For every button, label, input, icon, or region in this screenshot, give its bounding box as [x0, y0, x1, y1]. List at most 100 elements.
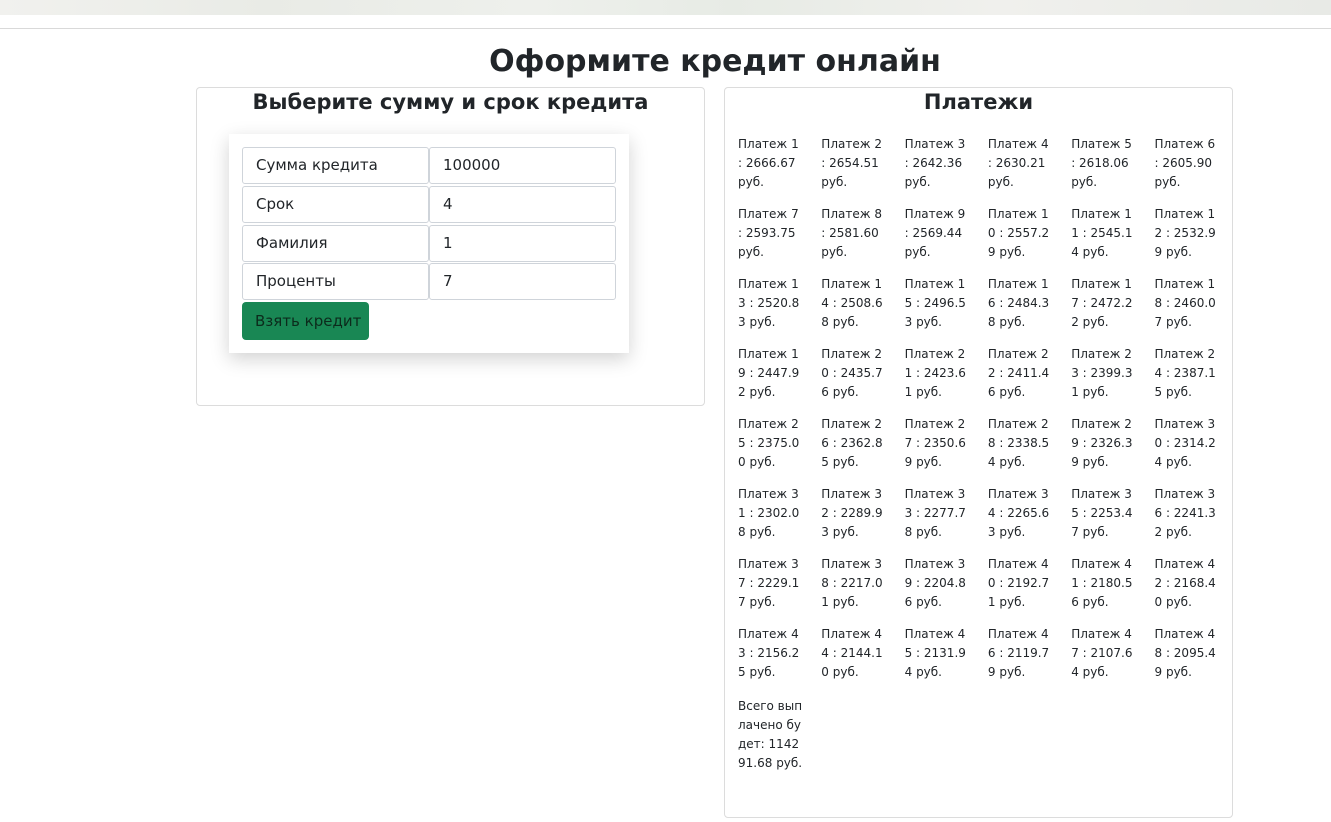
- surname-label: Фамилия: [242, 225, 429, 262]
- payment-item: Платеж 26 : 2362.85 руб.: [821, 417, 883, 469]
- top-banner-image: [0, 0, 1331, 15]
- form-row-amount: Сумма кредита 100000: [242, 147, 616, 184]
- payment-item: Платеж 41 : 2180.56 руб.: [1071, 557, 1133, 609]
- payment-currency: руб.: [1165, 595, 1192, 609]
- payment-item: Платеж 34 : 2265.63 руб.: [987, 487, 1050, 539]
- payment-currency: руб.: [916, 665, 942, 679]
- payment-item: Платеж 5 : 2618.06 руб.: [1071, 137, 1132, 189]
- payment-word: Платеж: [821, 137, 871, 151]
- payment-item: Платеж 23 : 2399.31 руб.: [1071, 347, 1133, 399]
- surname-input[interactable]: 1: [429, 225, 616, 262]
- payment-item: Платеж 9 : 2569.44 руб.: [904, 207, 966, 259]
- payment-word: Платеж: [987, 347, 1038, 361]
- payment-word: Платеж: [1071, 487, 1121, 501]
- payment-currency: руб.: [999, 245, 1026, 259]
- payment-item: Платеж 22 : 2411.46 руб.: [987, 347, 1050, 399]
- payment-currency: руб.: [987, 175, 1014, 189]
- total-payment: Всего выплачено будет: 114291.68 руб.: [738, 697, 804, 773]
- payment-currency: руб.: [1165, 385, 1192, 399]
- header-divider: [0, 28, 1331, 29]
- interest-input[interactable]: 7: [429, 263, 616, 300]
- payment-word: Платеж: [738, 557, 788, 571]
- payment-word: Платеж: [987, 557, 1038, 571]
- payment-item: Платеж 19 : 2447.92 руб.: [738, 347, 800, 399]
- payment-word: Платеж: [904, 207, 954, 221]
- payment-currency: руб.: [1154, 175, 1181, 189]
- interest-label: Проценты: [242, 263, 429, 300]
- payment-word: Платеж: [904, 137, 954, 151]
- payment-word: Платеж: [821, 347, 871, 361]
- payment-word: Платеж: [987, 207, 1038, 221]
- payment-word: Платеж: [821, 557, 871, 571]
- loan-form-card: Выберите сумму и срок кредита Сумма кред…: [196, 87, 705, 406]
- amount-input[interactable]: 100000: [429, 147, 616, 184]
- loan-form: Сумма кредита 100000 Срок 4 Фамилия 1 Пр…: [229, 134, 629, 353]
- payment-item: Платеж 39 : 2204.86 руб.: [904, 557, 966, 609]
- payment-currency: руб.: [1082, 665, 1109, 679]
- payment-currency: руб.: [999, 455, 1026, 469]
- payment-item: Платеж 40 : 2192.71 руб.: [987, 557, 1050, 609]
- payment-word: Платеж: [738, 487, 788, 501]
- payment-item: Платеж 8 : 2581.60 руб.: [821, 207, 882, 259]
- payment-currency: руб.: [1082, 245, 1109, 259]
- payment-currency: руб.: [1165, 525, 1192, 539]
- payment-word: Платеж: [904, 277, 954, 291]
- take-loan-button[interactable]: Взять кредит: [242, 302, 369, 340]
- payment-currency: руб.: [999, 315, 1026, 329]
- form-row-surname: Фамилия 1: [242, 225, 616, 262]
- payment-item: Платеж 14 : 2508.68 руб.: [821, 277, 883, 329]
- payment-number: 6: [1207, 137, 1216, 151]
- payment-currency: руб.: [916, 525, 942, 539]
- term-input[interactable]: 4: [429, 186, 616, 223]
- payment-item: Платеж 37 : 2229.17 руб.: [738, 557, 800, 609]
- payment-item: Платеж 43 : 2156.25 руб.: [738, 627, 800, 679]
- payment-item: Платеж 35 : 2253.47 руб.: [1071, 487, 1133, 539]
- payment-number: 9: [957, 207, 966, 221]
- payment-word: Платеж: [1071, 137, 1121, 151]
- payment-word: Платеж: [738, 627, 788, 641]
- payment-currency: руб.: [821, 245, 848, 259]
- payment-item: Платеж 32 : 2289.93 руб.: [821, 487, 883, 539]
- payment-amount: 2666.67: [745, 156, 796, 170]
- payment-word: Платеж: [821, 277, 871, 291]
- payment-item: Платеж 13 : 2520.83 руб.: [738, 277, 800, 329]
- payment-item: Платеж 47 : 2107.64 руб.: [1071, 627, 1133, 679]
- payment-currency: руб.: [1165, 455, 1192, 469]
- payment-currency: руб.: [749, 525, 776, 539]
- payment-currency: руб.: [999, 665, 1026, 679]
- payment-currency: руб.: [749, 385, 776, 399]
- payments-title: Платежи: [923, 90, 1034, 114]
- payment-amount: 2605.90: [1162, 156, 1212, 170]
- payment-number: 2: [874, 137, 882, 151]
- payment-word: Платеж: [1154, 347, 1204, 361]
- payment-word: Платеж: [738, 207, 788, 221]
- payment-number: 7: [791, 207, 799, 221]
- payment-item: Платеж 16 : 2484.38 руб.: [987, 277, 1050, 329]
- payment-amount: 2581.60: [829, 226, 879, 240]
- payment-word: Платеж: [1071, 207, 1121, 221]
- payment-item: Платеж 11 : 2545.14 руб.: [1071, 207, 1133, 259]
- payment-currency: руб.: [999, 385, 1026, 399]
- payment-number: 3: [957, 137, 966, 151]
- payment-word: Платеж: [821, 487, 871, 501]
- payment-item: Платеж 48 : 2095.49 руб.: [1154, 627, 1216, 679]
- payment-amount: 2593.75: [745, 226, 796, 240]
- payment-item: Платеж 21 : 2423.61 руб.: [904, 347, 966, 399]
- payment-currency: руб.: [832, 315, 859, 329]
- payment-word: Платеж: [904, 627, 954, 641]
- payment-currency: руб.: [916, 595, 942, 609]
- payment-currency: руб.: [1082, 315, 1109, 329]
- payment-amount: 2642.36: [912, 156, 963, 170]
- payment-currency: руб.: [749, 455, 776, 469]
- payment-item: Платеж 1 : 2666.67 руб.: [738, 137, 799, 189]
- payment-item: Платеж 28 : 2338.54 руб.: [987, 417, 1050, 469]
- payment-currency: руб.: [749, 595, 776, 609]
- payment-word: Платеж: [1154, 137, 1204, 151]
- payment-currency: руб.: [916, 315, 942, 329]
- payment-currency: руб.: [821, 175, 848, 189]
- payment-amount: 2630.21: [995, 156, 1046, 170]
- payment-currency: руб.: [738, 245, 764, 259]
- payment-amount: 2569.44: [912, 226, 963, 240]
- payment-currency: руб.: [749, 665, 776, 679]
- payment-currency: руб.: [916, 455, 942, 469]
